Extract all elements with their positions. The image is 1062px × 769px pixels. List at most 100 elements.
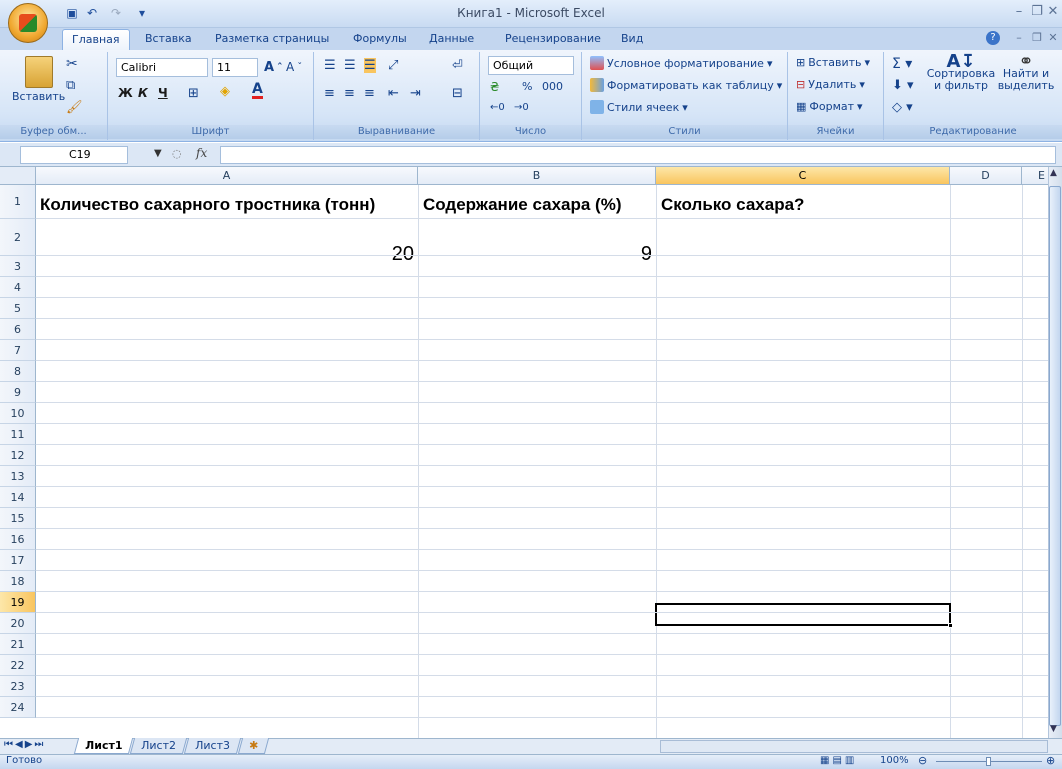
scroll-up-icon[interactable]: ▲ [1050, 168, 1057, 178]
orientation-icon[interactable]: ⤢ [388, 58, 398, 73]
row-header-9[interactable]: 9 [0, 382, 36, 403]
scroll-down-icon[interactable]: ▼ [1050, 724, 1057, 734]
thousands-button[interactable]: 000 [542, 80, 563, 93]
row-header-17[interactable]: 17 [0, 550, 36, 571]
cell-styles-button[interactable]: Стили ячеек ▾ [590, 100, 688, 114]
sheet-tab-2[interactable]: Лист2 [129, 738, 188, 754]
row-header-7[interactable]: 7 [0, 340, 36, 361]
row-header-15[interactable]: 15 [0, 508, 36, 529]
insert-sheet-tab[interactable]: ✱ [237, 738, 270, 754]
column-header-b[interactable]: B [418, 167, 656, 185]
row-header-16[interactable]: 16 [0, 529, 36, 550]
tab-review[interactable]: Рецензирование [496, 29, 610, 50]
grow-font-button[interactable]: Aˆ [264, 60, 282, 75]
column-header-d[interactable]: D [950, 167, 1022, 185]
insert-function-button[interactable]: fx [196, 146, 207, 160]
row-header-3[interactable]: 3 [0, 256, 36, 277]
align-top-icon[interactable]: ☰ [324, 58, 336, 73]
align-middle-icon[interactable]: ☰ [344, 58, 356, 73]
row-header-1[interactable]: 1 [0, 185, 36, 219]
row-header-12[interactable]: 12 [0, 445, 36, 466]
currency-icon[interactable]: ₴ [490, 80, 499, 94]
align-bottom-icon[interactable]: ☰ [364, 58, 376, 73]
row-header-14[interactable]: 14 [0, 487, 36, 508]
italic-button[interactable]: К [138, 86, 148, 100]
autosum-icon[interactable]: Σ ▾ [892, 56, 912, 72]
copy-icon[interactable]: ⧉ [66, 78, 75, 93]
workbook-close-icon[interactable]: ✕ [1044, 31, 1062, 44]
tab-formulas[interactable]: Формулы [344, 29, 416, 50]
align-left-icon[interactable]: ≡ [324, 86, 335, 101]
formula-input[interactable] [220, 146, 1056, 164]
close-icon[interactable]: ✕ [1044, 4, 1062, 19]
row-header-6[interactable]: 6 [0, 319, 36, 340]
view-buttons-icon[interactable]: ▦▤▥ [820, 755, 857, 766]
bold-button[interactable]: Ж [118, 86, 133, 100]
office-button[interactable] [8, 3, 48, 43]
conditional-formatting-button[interactable]: Условное форматирование ▾ [590, 56, 772, 70]
row-header-11[interactable]: 11 [0, 424, 36, 445]
fill-icon[interactable]: ⬇ ▾ [892, 78, 914, 93]
tab-insert[interactable]: Вставка [136, 29, 201, 50]
zoom-slider-thumb[interactable] [986, 757, 991, 766]
tab-view[interactable]: Вид [612, 29, 652, 50]
sort-filter-button[interactable]: A↧ Сортировка и фильтр [927, 53, 996, 92]
align-right-icon[interactable]: ≡ [364, 86, 375, 101]
worksheet-grid[interactable]: A B C D E Количество сахарного тростника… [0, 167, 1048, 738]
row-header-22[interactable]: 22 [0, 655, 36, 676]
format-painter-icon[interactable]: 🖌 [66, 100, 83, 115]
number-format-combo[interactable]: Общий [488, 56, 574, 75]
font-color-icon[interactable]: A [252, 82, 263, 99]
help-icon[interactable]: ? [986, 31, 1000, 45]
zoom-out-icon[interactable]: ⊖ [918, 754, 927, 767]
horizontal-scrollbar[interactable] [660, 740, 1048, 753]
zoom-in-icon[interactable]: ⊕ [1046, 754, 1055, 767]
row-header-24[interactable]: 24 [0, 697, 36, 718]
format-cells-button[interactable]: ▦ Формат ▾ [796, 100, 863, 113]
row-header-20[interactable]: 20 [0, 613, 36, 634]
font-name-combo[interactable]: Calibri [116, 58, 208, 77]
row-header-13[interactable]: 13 [0, 466, 36, 487]
zoom-level[interactable]: 100% [880, 755, 909, 766]
row-header-10[interactable]: 10 [0, 403, 36, 424]
insert-cells-button[interactable]: ⊞ Вставить ▾ [796, 56, 870, 69]
increase-indent-icon[interactable]: ⇥ [410, 86, 421, 101]
sheet-nav-icons[interactable]: ⏮◀▶⏭ [4, 739, 45, 750]
workbook-minimize-icon[interactable]: – [1010, 31, 1028, 44]
row-header-2[interactable]: 2 [0, 219, 36, 256]
percent-button[interactable]: % [522, 80, 532, 93]
tab-page-layout[interactable]: Разметка страницы [206, 29, 338, 50]
increase-decimal-icon[interactable]: ←0 [490, 102, 505, 113]
row-header-23[interactable]: 23 [0, 676, 36, 697]
sheet-tab-1[interactable]: Лист1 [73, 738, 134, 754]
tab-data[interactable]: Данные [420, 29, 483, 50]
column-header-c[interactable]: C [656, 167, 950, 185]
wrap-text-icon[interactable]: ⏎ [452, 58, 463, 73]
row-header-8[interactable]: 8 [0, 361, 36, 382]
row-header-21[interactable]: 21 [0, 634, 36, 655]
decrease-decimal-icon[interactable]: →0 [514, 102, 529, 113]
align-center-icon[interactable]: ≡ [344, 86, 355, 101]
sheet-tab-3[interactable]: Лист3 [183, 738, 242, 754]
row-header-5[interactable]: 5 [0, 298, 36, 319]
minimize-icon[interactable]: – [1010, 4, 1028, 19]
cut-icon[interactable]: ✂ [66, 56, 78, 72]
paste-button[interactable]: Вставить [12, 56, 65, 103]
shrink-font-button[interactable]: Aˇ [286, 60, 302, 74]
row-header-19[interactable]: 19 [0, 592, 36, 613]
name-box[interactable]: C19 [20, 146, 128, 164]
clear-icon[interactable]: ◇ ▾ [892, 100, 913, 115]
row-header-4[interactable]: 4 [0, 277, 36, 298]
formula-cancel-icon[interactable]: ◌ [172, 147, 182, 160]
vertical-scroll-thumb[interactable] [1049, 186, 1061, 726]
delete-cells-button[interactable]: ⊟ Удалить ▾ [796, 78, 865, 91]
row-header-18[interactable]: 18 [0, 571, 36, 592]
decrease-indent-icon[interactable]: ⇤ [388, 86, 399, 101]
merge-cells-icon[interactable]: ⊟ [452, 86, 463, 101]
format-as-table-button[interactable]: Форматировать как таблицу ▾ [590, 78, 782, 92]
find-select-button[interactable]: ⚭ Найти и выделить [996, 53, 1056, 92]
column-header-a[interactable]: A [36, 167, 418, 185]
select-all-corner[interactable] [0, 167, 36, 185]
column-header-e[interactable]: E [1022, 167, 1048, 185]
font-size-combo[interactable]: 11 [212, 58, 258, 77]
